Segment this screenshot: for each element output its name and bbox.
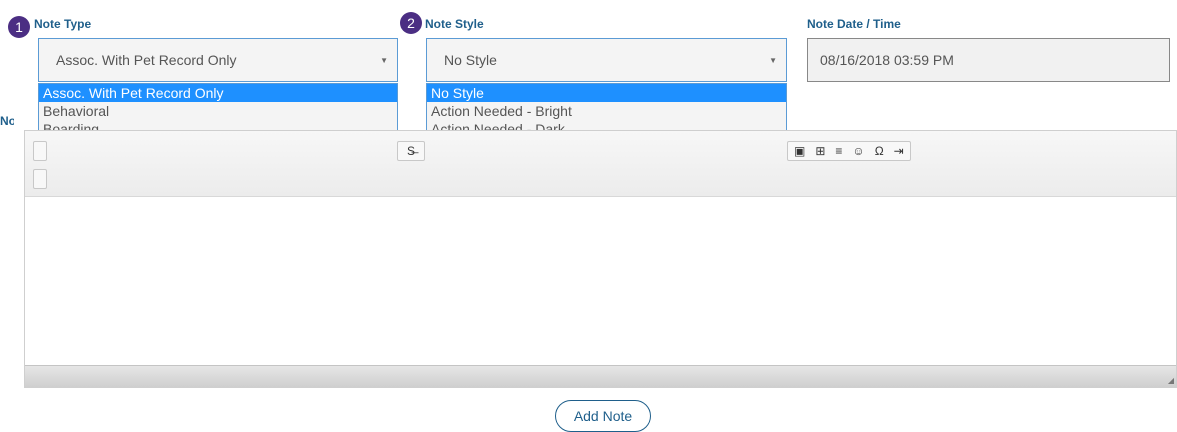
table-icon[interactable]: ⊞ [815,144,825,158]
note-style-select[interactable]: No Style ▼ [426,38,787,82]
dropdown-option[interactable]: Behavioral [39,102,397,120]
smiley-icon[interactable]: ☺ [852,144,864,158]
notes-editor[interactable]: S̶ ▣ ⊞ ≡ ☺ Ω ⇥ ◢ [24,130,1177,388]
special-char-icon[interactable]: Ω [875,144,884,158]
note-type-select[interactable]: Assoc. With Pet Record Only ▼ [38,38,398,82]
dropdown-option[interactable]: Assoc. With Pet Record Only [39,84,397,102]
dropdown-option[interactable]: No Style [427,84,786,102]
toolbar-button-left-1[interactable] [33,141,47,161]
note-style-label: Note Style [425,17,484,31]
dropdown-option[interactable]: Action Needed - Bright [427,102,786,120]
note-type-label: Note Type [34,17,92,31]
note-style-selected-value: No Style [444,52,497,68]
add-note-button[interactable]: Add Note [555,400,651,432]
strikethrough-icon[interactable]: S̶ [397,141,425,161]
page-break-icon[interactable]: ⇥ [894,144,904,158]
notes-label: No [0,114,14,128]
chevron-down-icon: ▼ [769,56,777,65]
step-1-badge: 1 [8,16,30,38]
chevron-down-icon: ▼ [380,56,388,65]
insert-toolbar-group: ▣ ⊞ ≡ ☺ Ω ⇥ [787,141,911,161]
editor-statusbar: ◢ [25,365,1176,387]
note-datetime-label: Note Date / Time [807,17,901,31]
note-type-selected-value: Assoc. With Pet Record Only [56,52,237,68]
resize-handle-icon[interactable]: ◢ [1168,376,1174,385]
note-datetime-value: 08/16/2018 03:59 PM [820,52,954,68]
toolbar-button-left-2[interactable] [33,169,47,189]
editor-toolbar: S̶ ▣ ⊞ ≡ ☺ Ω ⇥ [25,131,1176,197]
horizontal-line-icon[interactable]: ≡ [835,144,842,158]
image-icon[interactable]: ▣ [794,144,805,158]
note-datetime-field[interactable]: 08/16/2018 03:59 PM [807,38,1170,82]
step-2-badge: 2 [400,12,422,34]
